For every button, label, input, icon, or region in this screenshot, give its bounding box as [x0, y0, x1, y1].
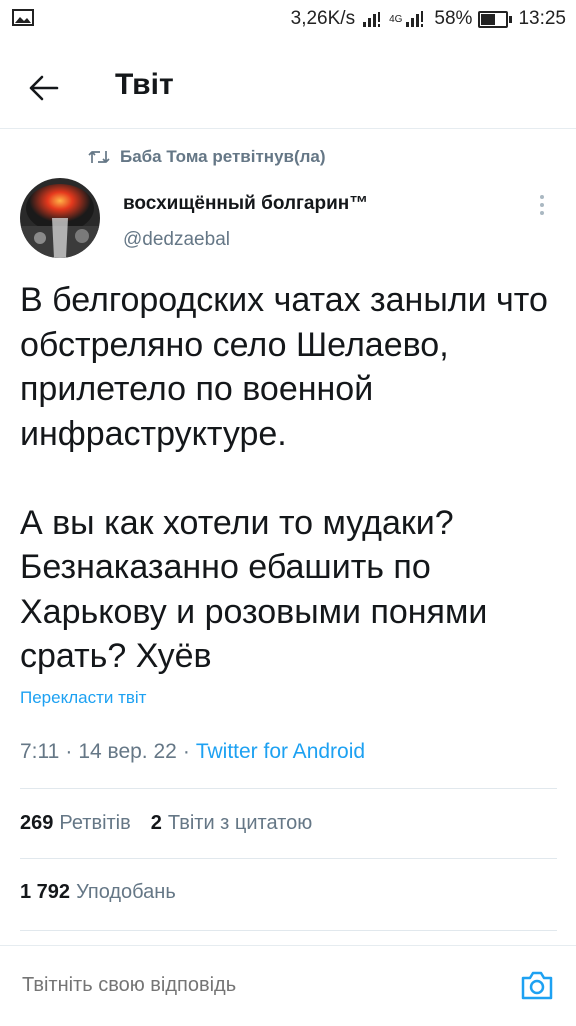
page-title: Твіт: [115, 68, 174, 101]
retweet-context[interactable]: Баба Тома ретвітнув(ла): [88, 145, 326, 169]
more-options-button[interactable]: [526, 190, 558, 220]
status-bar-right: 3,26K/s 4G 58% 13:25: [291, 7, 566, 31]
quotes-label: Твіти з цитатою: [167, 812, 313, 834]
stats-row-likes: 1 792 Уподобань: [20, 881, 196, 911]
tweet-text: В белгородских чатах заныли что обстреля…: [20, 281, 548, 675]
clock: 13:25: [518, 8, 566, 29]
camera-icon[interactable]: [520, 968, 554, 1002]
retweet-icon: [88, 151, 110, 163]
battery-icon: [478, 10, 513, 28]
author-name[interactable]: восхищённый болгарин™: [123, 193, 368, 215]
back-button[interactable]: [22, 66, 66, 110]
signal-icon: [363, 12, 381, 27]
retweets-stat[interactable]: 269 Ретвітів: [20, 812, 131, 835]
battery-percent: 58%: [434, 8, 473, 29]
quotes-stat[interactable]: 2 Твіти з цитатою: [151, 812, 312, 835]
author-handle[interactable]: @dedzaebal: [123, 229, 230, 251]
retweets-label: Ретвітів: [59, 812, 131, 834]
likes-label: Уподобань: [76, 881, 176, 903]
likes-stat[interactable]: 1 792 Уподобань: [20, 881, 176, 904]
reply-input[interactable]: [22, 974, 482, 997]
tweet-date: 14 вер. 22: [78, 740, 177, 763]
more-vertical-icon: [540, 195, 544, 215]
divider: [20, 858, 557, 859]
translate-tweet-link[interactable]: Перекласти твіт: [20, 688, 146, 708]
tweet-meta: 7:11 · 14 вер. 22 · Twitter for Android: [20, 740, 365, 764]
separator: ·: [182, 740, 190, 763]
image-icon: [12, 9, 34, 26]
arrow-left-icon: [29, 75, 59, 101]
tweet-time: 7:11: [20, 740, 60, 763]
avatar[interactable]: [20, 178, 100, 258]
reply-bar: [0, 945, 576, 1026]
quotes-count: 2: [150, 812, 162, 834]
top-app-bar: Твіт: [0, 48, 576, 129]
separator: ·: [65, 740, 73, 763]
retweets-count: 269: [20, 812, 54, 834]
network-speed: 3,26K/s: [290, 8, 356, 29]
status-bar: 3,26K/s 4G 58% 13:25: [0, 0, 576, 40]
divider: [20, 930, 557, 931]
divider: [20, 788, 557, 789]
stats-row-retweets: 269 Ретвітів 2 Твіти з цитатою: [20, 812, 332, 842]
likes-count: 1 792: [20, 881, 71, 903]
tweet-source-link[interactable]: Twitter for Android: [196, 740, 365, 764]
network-type: 4G: [389, 13, 403, 25]
signal-4g-icon: [406, 11, 424, 27]
retweet-context-label: Баба Тома ретвітнув(ла): [120, 147, 326, 166]
avatar-image: [20, 178, 100, 258]
